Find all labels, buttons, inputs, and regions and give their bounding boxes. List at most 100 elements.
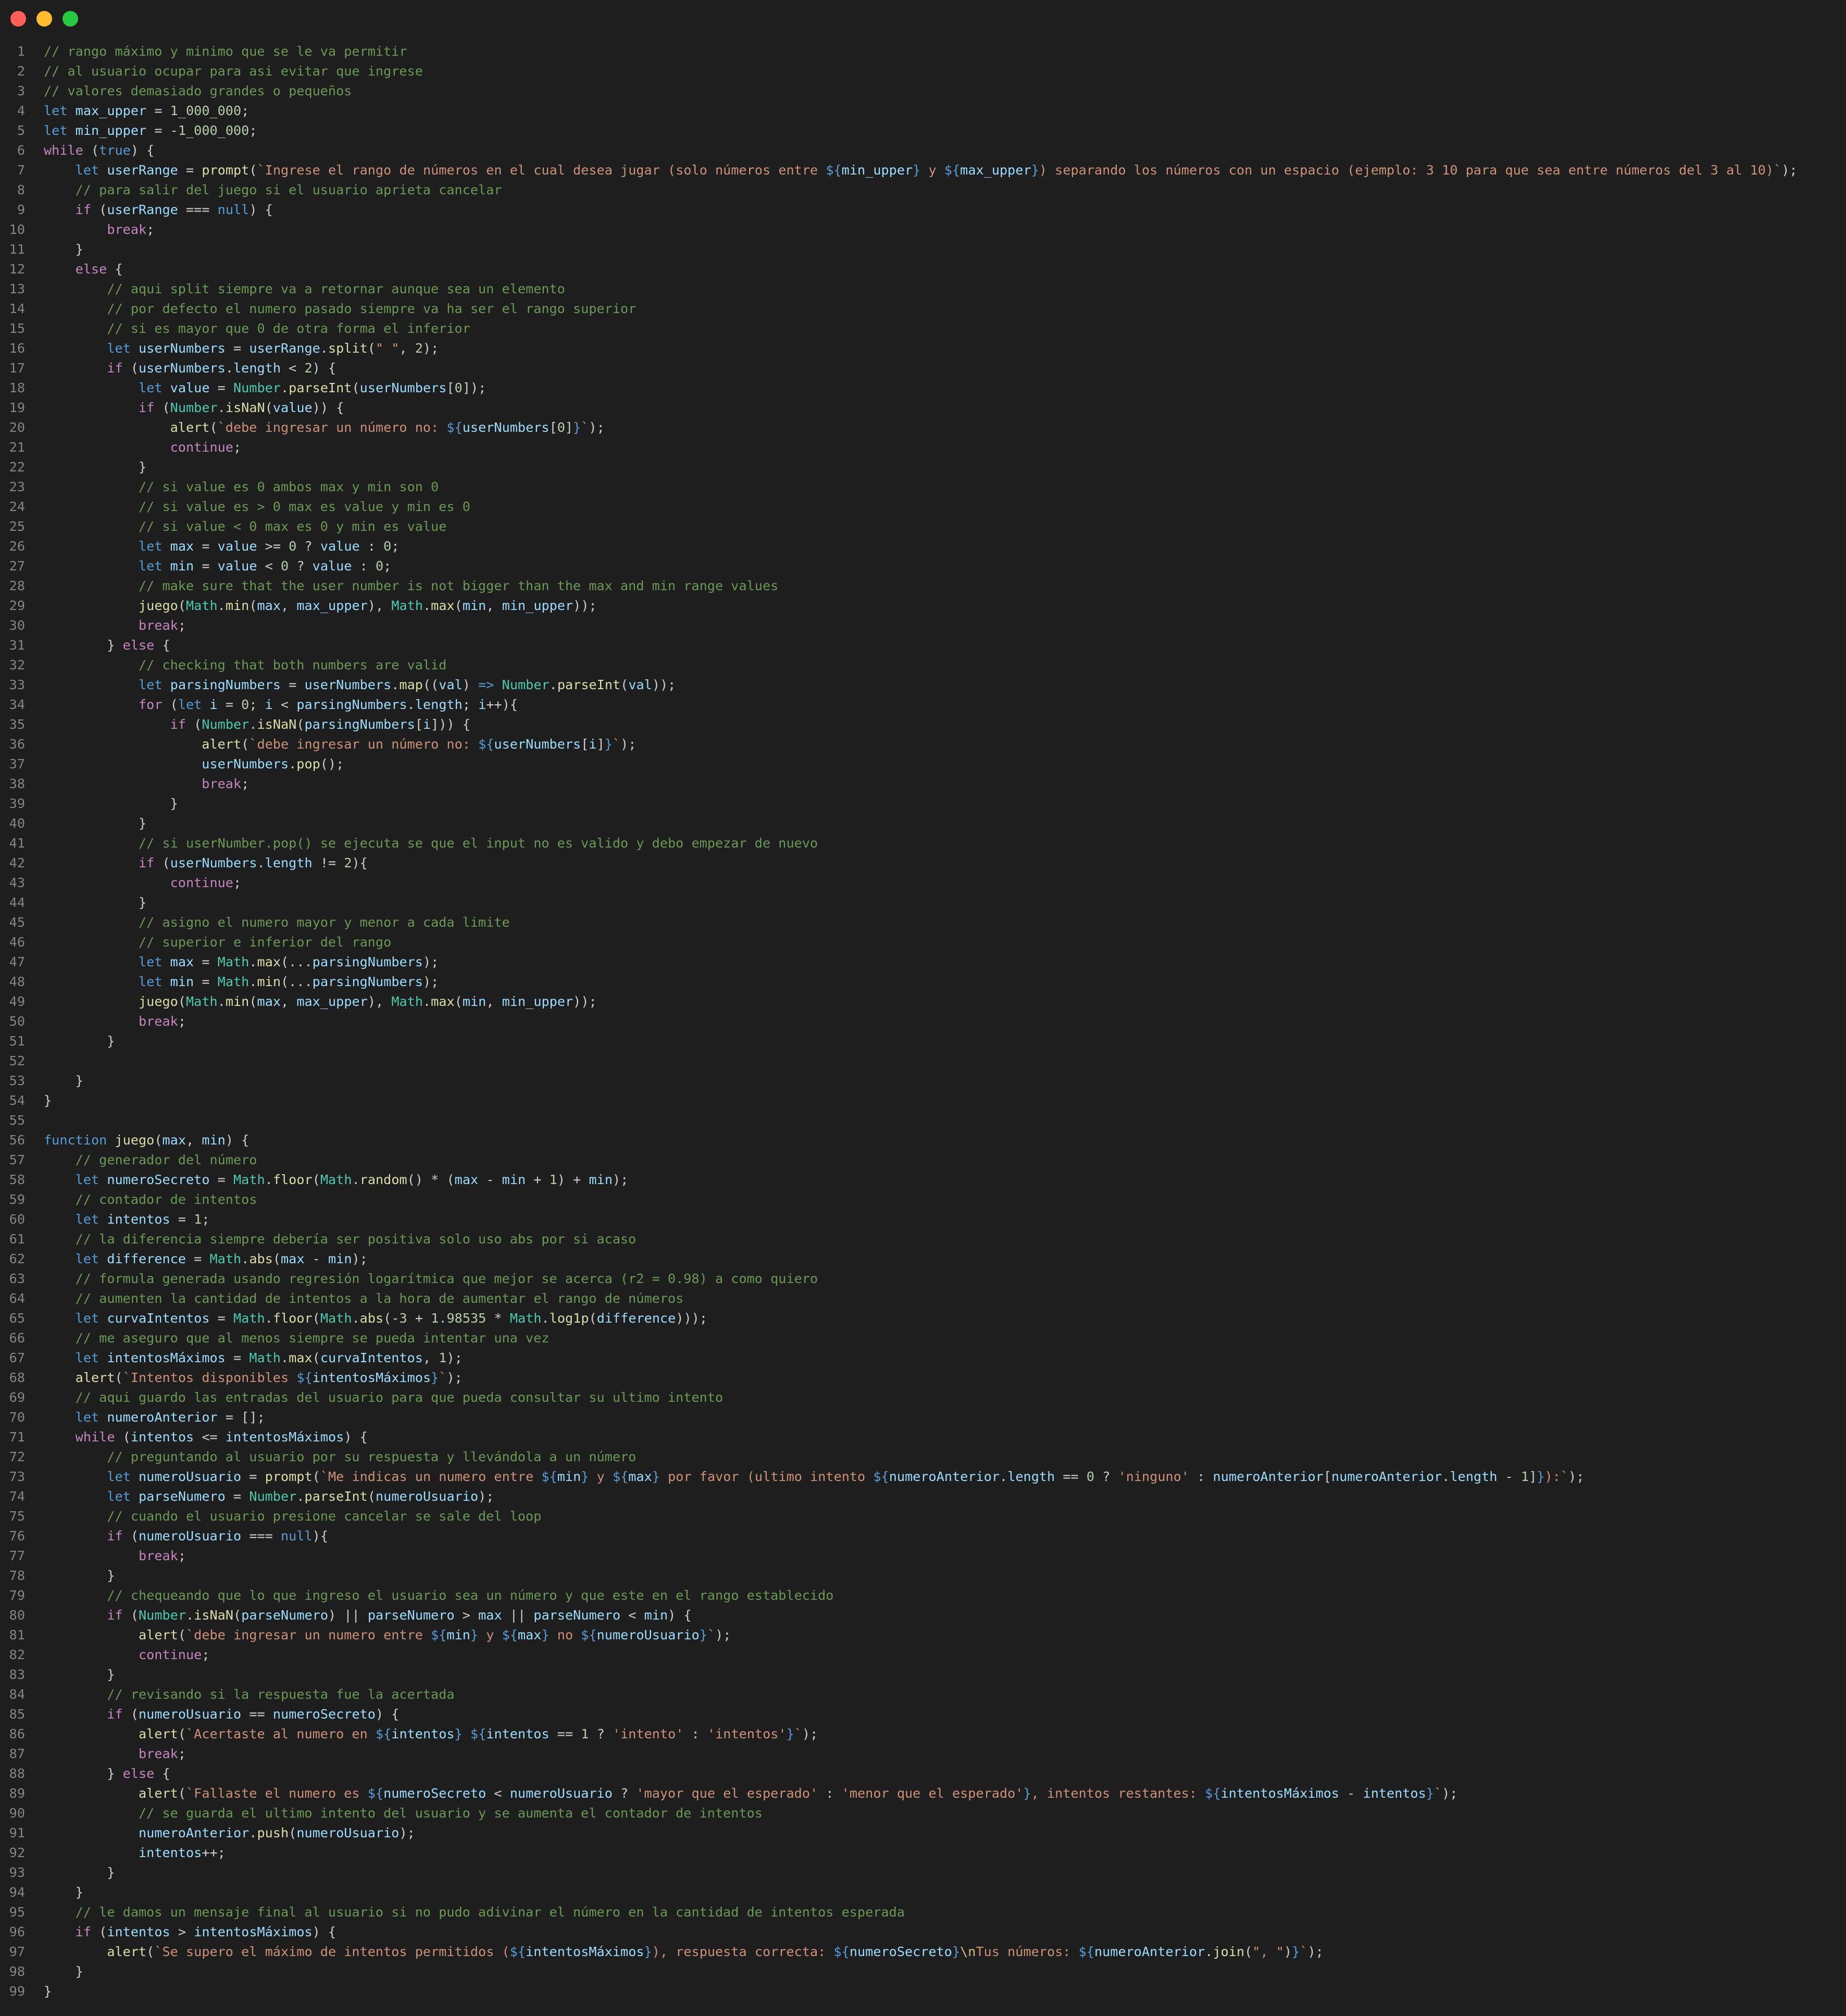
line-number: 13: [9, 281, 25, 296]
code-token: length: [415, 697, 463, 712]
code-token: // al usuario ocupar para asi evitar que…: [44, 64, 423, 79]
code-token: );: [422, 341, 439, 356]
code-token: =: [225, 1489, 250, 1504]
line-code: } else {: [44, 636, 170, 655]
code-token: intentos: [107, 1924, 170, 1939]
code-token: `debe ingresar un numero entre: [185, 1627, 431, 1642]
line-code: alert(`debe ingresar un numero entre ${m…: [44, 1625, 731, 1645]
code-token: .: [257, 855, 265, 870]
code-token: (: [178, 994, 186, 1009]
line-code: // aqui split siempre va a retornar aunq…: [44, 279, 565, 299]
line-number: 77: [9, 1548, 25, 1563]
code-token: ) {: [130, 143, 155, 158]
code-token: isNaN: [257, 717, 297, 732]
code-line: 62 let difference = Math.abs(max - min);: [0, 1249, 1846, 1269]
code-token: ===: [178, 202, 218, 217]
code-token: true: [99, 143, 131, 158]
code-line: 4 let max_upper = 1_000_000;: [0, 101, 1846, 121]
code-token: <: [620, 1608, 644, 1623]
code-line: 93 }: [0, 1863, 1846, 1883]
line-code: alert(`Fallaste el numero es ${numeroSec…: [44, 1784, 1458, 1803]
code-token: >: [454, 1608, 479, 1623]
line-number: 62: [9, 1251, 25, 1266]
code-token: userNumbers: [139, 360, 226, 376]
code-token: `Fallaste el numero es: [185, 1786, 368, 1801]
minimize-dot-icon[interactable]: [36, 11, 52, 27]
code-token: continue: [138, 1647, 202, 1662]
line-code: if (Number.isNaN(parseNumero) || parseNu…: [44, 1606, 691, 1625]
code-window: 1 // rango máximo y minimo que se le va p…: [0, 0, 1846, 2016]
code-token: -: [478, 1172, 502, 1187]
code-token: `: [612, 737, 621, 752]
code-token: (: [91, 202, 107, 217]
code-token: abs: [249, 1251, 273, 1266]
code-token: (: [122, 360, 139, 376]
code-token: }: [44, 1766, 123, 1781]
line-number: 14: [9, 301, 25, 316]
code-token: ;: [178, 1014, 186, 1029]
code-token: // me aseguro que al menos siempre se pu…: [75, 1330, 550, 1346]
line-number: 56: [9, 1133, 25, 1148]
code-token: }: [44, 1073, 83, 1088]
code-token: );: [478, 1489, 494, 1504]
code-token: }: [44, 895, 147, 910]
code-token: prompt: [202, 163, 250, 178]
code-token: length: [265, 855, 313, 870]
code-token: max: [257, 954, 281, 969]
code-token: ;: [178, 1746, 186, 1761]
code-token: `: [1300, 1944, 1308, 1959]
code-token: Number: [202, 717, 250, 732]
line-number: 75: [9, 1509, 25, 1524]
code-token: split: [328, 341, 368, 356]
line-code: let min_upper = -1_000_000;: [44, 121, 257, 141]
code-line: 16 let userNumbers = userRange.split(" "…: [0, 339, 1846, 358]
code-token: ${: [833, 1944, 850, 1959]
close-dot-icon[interactable]: [10, 11, 26, 27]
code-token: .: [541, 1311, 550, 1326]
code-token: // si value es 0 ambos max y min son 0: [138, 479, 439, 494]
code-token: // revisando si la respuesta fue la acer…: [107, 1687, 455, 1702]
code-token: Math: [391, 598, 423, 613]
code-token: +: [407, 1311, 431, 1326]
code-token: max: [162, 1133, 186, 1148]
line-code: }: [44, 893, 146, 913]
code-token: max: [281, 1251, 305, 1266]
code-token: length: [1450, 1469, 1498, 1484]
line-number: 82: [9, 1647, 25, 1662]
code-token: // si value < 0 max es 0 y min es value: [138, 519, 447, 534]
code-token: `Acertaste al numero en: [185, 1726, 376, 1741]
code-token: if: [107, 360, 123, 376]
code-token: min_upper: [841, 163, 913, 178]
code-token: 2: [304, 360, 313, 376]
code-token: =: [194, 954, 218, 969]
code-token: () * (: [407, 1172, 455, 1187]
line-number: 27: [9, 558, 25, 574]
line-number: 39: [9, 796, 25, 811]
code-line: 52: [0, 1051, 1846, 1071]
line-code: let intentos = 1;: [44, 1210, 210, 1229]
code-token: `: [794, 1726, 802, 1741]
code-editor[interactable]: 1 // rango máximo y minimo que se le va p…: [0, 42, 1846, 2001]
line-number: 90: [9, 1806, 25, 1821]
line-number: 29: [9, 598, 25, 613]
maximize-dot-icon[interactable]: [63, 11, 78, 27]
code-token: ${: [581, 1627, 597, 1642]
code-token: numeroAnterior: [1331, 1469, 1442, 1484]
code-token: let: [75, 163, 99, 178]
code-token: ${: [367, 1786, 384, 1801]
line-number: 70: [9, 1410, 25, 1425]
code-token: ]);: [462, 380, 487, 395]
code-token: ${: [541, 1469, 557, 1484]
